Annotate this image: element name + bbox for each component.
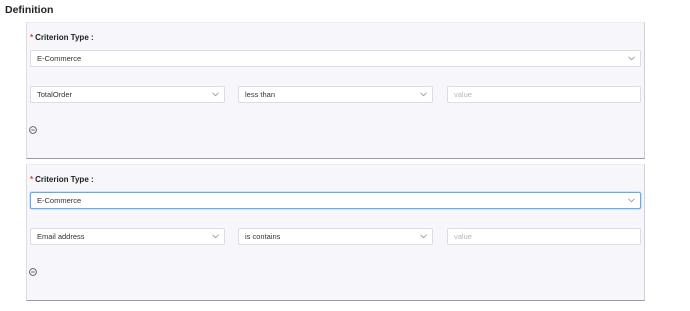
required-marker: * bbox=[30, 175, 34, 184]
minus-circle-icon[interactable] bbox=[29, 126, 37, 134]
field-select[interactable]: TotalOrder bbox=[30, 86, 225, 103]
criterion-type-value: E-Commerce bbox=[37, 196, 82, 205]
criterion-type-select[interactable]: E-Commerce bbox=[30, 192, 641, 209]
chevron-down-icon bbox=[628, 56, 635, 61]
chevron-down-icon bbox=[212, 234, 219, 239]
required-marker: * bbox=[30, 33, 34, 42]
field-select[interactable]: Email address bbox=[30, 228, 225, 245]
definition-panel: Definition * Criterion Type : E-Commerce … bbox=[0, 0, 690, 311]
criterion-card: * Criterion Type : E-Commerce TotalOrder … bbox=[26, 22, 645, 159]
value-input[interactable]: value bbox=[447, 86, 641, 103]
field-select-value: Email address bbox=[37, 232, 85, 241]
criterion-type-select[interactable]: E-Commerce bbox=[30, 50, 641, 67]
chevron-down-icon bbox=[420, 92, 427, 97]
criterion-type-label: * Criterion Type : bbox=[30, 33, 94, 42]
criterion-type-value: E-Commerce bbox=[37, 54, 82, 63]
minus-circle-icon[interactable] bbox=[29, 268, 37, 276]
operator-select-value: is contains bbox=[245, 232, 281, 241]
value-input[interactable]: value bbox=[447, 228, 641, 245]
criterion-card: * Criterion Type : E-Commerce Email addre… bbox=[26, 164, 645, 301]
chevron-down-icon bbox=[628, 198, 635, 203]
page-title: Definition bbox=[5, 4, 54, 16]
operator-select-value: less than bbox=[245, 90, 276, 99]
chevron-down-icon bbox=[420, 234, 427, 239]
field-select-value: TotalOrder bbox=[37, 90, 73, 99]
chevron-down-icon bbox=[212, 92, 219, 97]
criterion-type-label: * Criterion Type : bbox=[30, 175, 94, 184]
operator-select[interactable]: less than bbox=[238, 86, 433, 103]
operator-select[interactable]: is contains bbox=[238, 228, 433, 245]
